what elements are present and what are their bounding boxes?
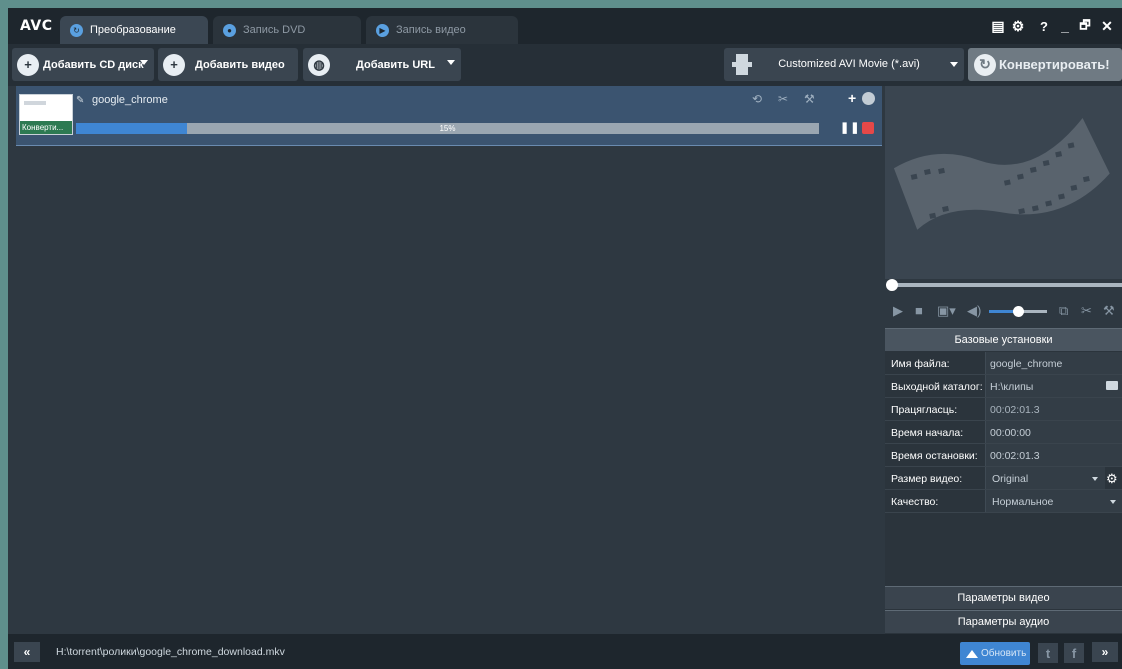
add-video-label: Добавить видео xyxy=(195,58,285,71)
refresh-icon: ↻ xyxy=(974,53,996,76)
app-window: AVC ↻ Преобразование ● Запись DVD ▶ Запи… xyxy=(8,8,1122,669)
expand-right-button[interactable]: » xyxy=(1092,642,1118,662)
edit-name-icon[interactable]: ✎ xyxy=(76,95,84,106)
disc-icon: ● xyxy=(223,23,236,37)
convert-button[interactable]: ↻ Конвертировать! xyxy=(968,48,1122,81)
film-add-icon: + xyxy=(163,53,185,76)
minimize-icon[interactable]: _ xyxy=(1056,17,1074,35)
convert-tab-icon: ↻ xyxy=(70,23,83,37)
effects-icon[interactable]: ⚒ xyxy=(804,92,815,106)
add-cd-label: Добавить CD диск xyxy=(43,58,144,71)
update-button[interactable]: Обновить xyxy=(960,642,1030,665)
file-list: Конверти... ✎ google_chrome ⟲ ✂ ⚒ + 15% … xyxy=(8,86,883,634)
rotate-icon[interactable]: ⟲ xyxy=(752,92,762,106)
source-file-path: H:\torrent\ролики\google_chrome_download… xyxy=(56,646,285,658)
conversion-progress: 15% xyxy=(76,123,819,134)
collapse-left-button[interactable]: « xyxy=(14,642,40,662)
tab-dvd[interactable]: ● Запись DVD xyxy=(213,16,361,44)
volume-handle[interactable] xyxy=(1013,306,1024,317)
volume-slider[interactable] xyxy=(989,306,1047,317)
stop-icon[interactable] xyxy=(862,122,874,134)
title-bar: AVC ↻ Преобразование ● Запись DVD ▶ Запи… xyxy=(8,8,1122,44)
facebook-icon[interactable]: f xyxy=(1064,643,1084,663)
settings-gear-icon[interactable]: ⚙ xyxy=(1009,17,1027,35)
chevron-down-icon[interactable] xyxy=(447,60,455,65)
status-bar: « H:\torrent\ролики\google_chrome_downlo… xyxy=(8,634,1122,669)
chevron-down-icon[interactable] xyxy=(1092,477,1098,481)
add-icon[interactable]: + xyxy=(848,90,856,106)
gear-icon[interactable]: ⚙ xyxy=(1106,471,1118,487)
basic-settings-header[interactable]: Базовые установки xyxy=(885,328,1122,351)
audio-params-header[interactable]: Параметры аудио xyxy=(885,610,1122,633)
snapshot-icon[interactable]: ▣▾ xyxy=(937,303,956,319)
twitter-icon[interactable]: t xyxy=(1038,643,1058,663)
cd-add-icon: + xyxy=(17,53,39,76)
folder-icon[interactable] xyxy=(1106,381,1118,390)
playback-controls: ▶ ■ ▣▾ ◀) ⧉ ✂ ⚒ xyxy=(885,295,1122,327)
setting-row-output-folder[interactable]: Выходной каталог: H:\клипы xyxy=(885,375,1122,398)
crop-icon[interactable]: ⧉ xyxy=(1059,303,1068,319)
convert-label: Конвертировать! xyxy=(999,57,1110,72)
app-logo: AVC xyxy=(20,18,53,34)
tab-label: Запись видео xyxy=(396,24,466,36)
cut-icon[interactable]: ✂ xyxy=(1081,303,1092,319)
tab-record-video[interactable]: ▶ Запись видео xyxy=(366,16,518,44)
chevron-down-icon[interactable] xyxy=(140,60,148,65)
play-icon[interactable]: ▶ xyxy=(893,303,903,319)
setting-row-filename[interactable]: Имя файла: google_chrome xyxy=(885,352,1122,375)
setting-row-duration: Працягласць: 00:02:01.3 xyxy=(885,398,1122,421)
film-reel-icon xyxy=(893,117,1110,230)
settings-panel: Базовые установки Имя файла: google_chro… xyxy=(885,328,1122,634)
setting-row-start-time[interactable]: Время начала: 00:00:00 xyxy=(885,421,1122,444)
cut-icon[interactable]: ✂ xyxy=(778,92,788,106)
thumbnail-status: Конверти... xyxy=(20,121,72,134)
stop-playback-icon[interactable]: ■ xyxy=(915,303,923,318)
file-list-item[interactable]: Конверти... ✎ google_chrome ⟲ ✂ ⚒ + 15% … xyxy=(16,86,882,146)
upload-arrow-icon xyxy=(966,649,978,658)
tab-label: Запись DVD xyxy=(243,24,306,36)
restore-icon[interactable]: 🗗 xyxy=(1076,17,1094,35)
close-icon[interactable]: ✕ xyxy=(1098,17,1116,35)
seek-bar[interactable] xyxy=(885,279,1122,291)
skin-icon[interactable]: ▤ xyxy=(989,17,1007,35)
status-dot-icon xyxy=(862,92,875,105)
video-params-header[interactable]: Параметры видео xyxy=(885,586,1122,609)
tab-label: Преобразование xyxy=(90,24,176,36)
seek-handle[interactable] xyxy=(886,279,898,291)
tab-convert[interactable]: ↻ Преобразование xyxy=(60,16,208,44)
add-cd-button[interactable]: + Добавить CD диск xyxy=(12,48,154,81)
setting-row-video-size[interactable]: Размер видео: Original ⚙ xyxy=(885,467,1122,490)
setting-row-quality[interactable]: Качество: Нормальное xyxy=(885,490,1122,513)
effects-icon[interactable]: ⚒ xyxy=(1103,303,1115,319)
file-name: google_chrome xyxy=(92,94,168,106)
setting-row-stop-time[interactable]: Время остановки: 00:02:01.3 xyxy=(885,444,1122,467)
update-label: Обновить xyxy=(981,648,1027,659)
film-strip-icon xyxy=(732,54,752,75)
output-profile-value: Customized AVI Movie (*.avi) xyxy=(778,58,920,70)
help-icon[interactable]: ? xyxy=(1035,17,1053,35)
add-video-button[interactable]: + Добавить видео xyxy=(158,48,298,81)
chevron-down-icon[interactable] xyxy=(1110,500,1116,504)
add-url-button[interactable]: ◍ Добавить URL xyxy=(303,48,461,81)
chevron-down-icon[interactable] xyxy=(950,62,958,67)
progress-label: 15% xyxy=(439,124,456,133)
add-url-label: Добавить URL xyxy=(356,58,435,71)
toolbar: + Добавить CD диск + Добавить видео ◍ До… xyxy=(8,44,1122,86)
video-thumbnail: Конверти... xyxy=(19,94,73,135)
output-profile-select[interactable]: Customized AVI Movie (*.avi) xyxy=(724,48,964,81)
globe-icon: ◍ xyxy=(308,53,330,76)
volume-icon[interactable]: ◀) xyxy=(967,303,981,319)
record-icon: ▶ xyxy=(376,23,389,37)
video-preview xyxy=(885,86,1122,279)
pause-icon[interactable]: ❚❚ xyxy=(840,121,860,134)
